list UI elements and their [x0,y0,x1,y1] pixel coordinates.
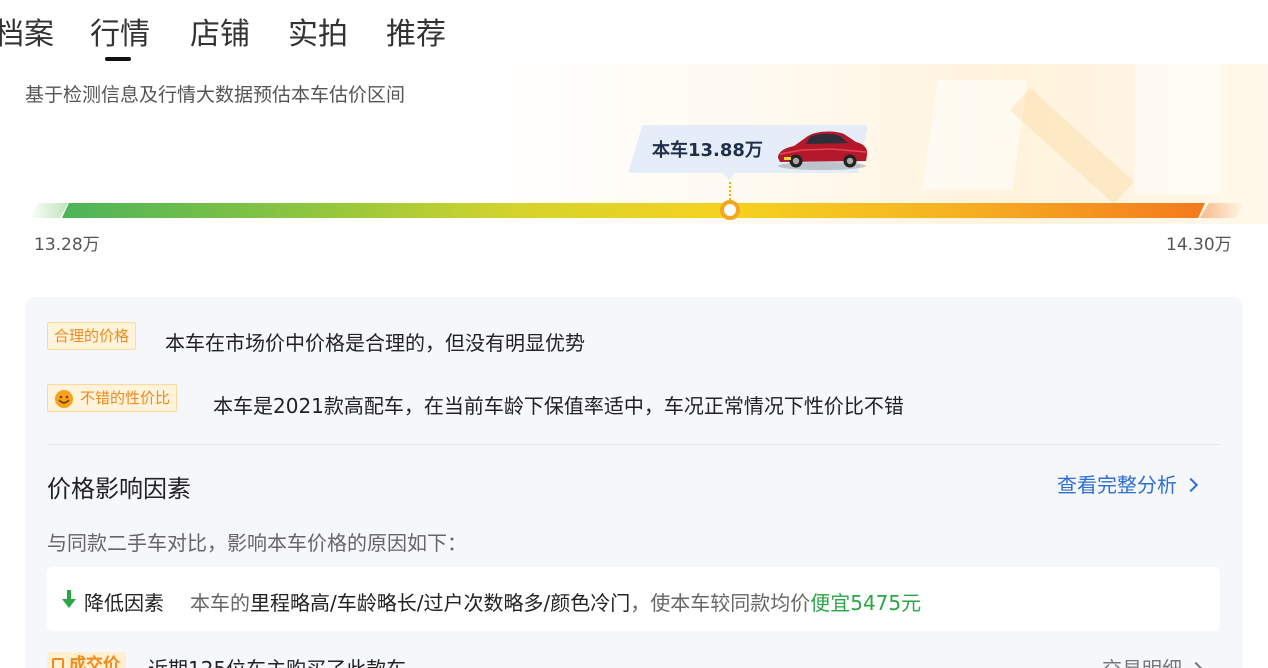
active-tab-indicator [105,57,131,61]
tab-market[interactable]: 行情 [90,14,150,56]
deal-details-link[interactable]: 交易明细 [1102,653,1204,668]
price-range-track [62,203,1205,218]
tab-archive[interactable]: 档案 [0,14,54,56]
estimate-subtitle: 基于检测信息及行情大数据预估本车估价区间 [25,84,406,106]
lowering-factor-label: 降低因素 [84,591,164,615]
value-badge: 不错的性价比 [47,384,178,412]
value-badge-label: 不错的性价比 [80,389,171,407]
tab-recommend[interactable]: 推荐 [386,14,446,56]
lowering-factor-description: 本车的里程略高/车龄略长/过户次数略多/颜色冷门，使本车较同款均价便宜5475元 [190,591,922,615]
chevron-right-icon [1183,477,1199,493]
deal-price-badge: 成交价 [47,652,126,668]
smile-icon [55,390,73,408]
price-pointer-line [729,182,731,200]
tag-icon [52,658,64,668]
view-full-analysis-link[interactable]: 查看完整分析 [1057,469,1199,498]
reasonable-price-badge: 合理的价格 [47,322,137,350]
current-price-label: 本车13.88万 [652,140,763,161]
red-sedan-icon [778,131,868,170]
price-range-max: 14.30万 [1166,235,1232,255]
tab-photos[interactable]: 实拍 [288,14,348,56]
value-text: 本车是2021款高配车，在当前车龄下保值率适中，车况正常情况下性价比不错 [213,394,904,418]
comparison-description: 与同款二手车对比，影响本车价格的原因如下： [47,531,467,555]
bubble-tail [722,172,736,180]
chevron-right-icon [1188,661,1204,668]
view-full-analysis-label: 查看完整分析 [1057,473,1177,497]
price-factors-title: 价格影响因素 [47,475,191,503]
tab-store[interactable]: 店铺 [190,14,250,56]
reasonable-price-text: 本车在市场价中价格是合理的，但没有明显优势 [165,331,585,355]
price-range-min: 13.28万 [34,235,100,255]
arrow-down-icon [62,590,76,608]
current-price-marker [720,200,740,220]
card-divider [47,444,1220,445]
recent-deals-text: 近期125位车主购买了此款车 [148,653,406,668]
